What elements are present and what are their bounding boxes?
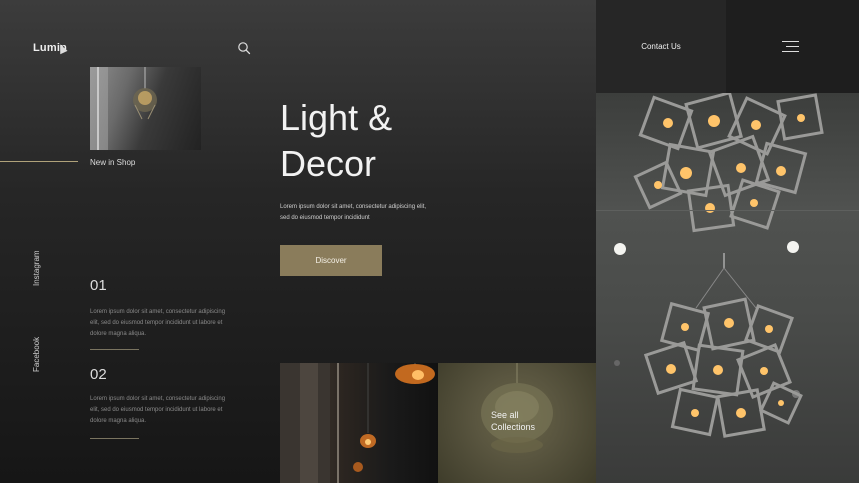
hamburger-menu-icon[interactable] bbox=[782, 41, 799, 53]
hero-description: Lorem ipsum dolor sit amet, consectetur … bbox=[280, 204, 427, 221]
collections-label: Collections bbox=[491, 422, 536, 432]
search-icon[interactable] bbox=[237, 41, 251, 55]
pendant-lights-illustration bbox=[280, 363, 435, 483]
feature-text: Lorem ipsum dolor sit amet, consectetur … bbox=[90, 309, 226, 337]
feature-divider bbox=[90, 438, 139, 439]
feature-number: 02 bbox=[90, 366, 107, 383]
landing-page: Lumin New in Shop Instagram Facebook 01 … bbox=[0, 0, 859, 483]
see-all-collections-label[interactable]: See all Collections bbox=[491, 409, 571, 433]
discover-button[interactable]: Discover bbox=[280, 245, 382, 276]
contact-us-button[interactable]: Contact Us bbox=[596, 0, 726, 93]
see-all-label: See all bbox=[491, 410, 519, 420]
ceiling-edge bbox=[596, 210, 859, 211]
shop-divider-line bbox=[0, 161, 78, 162]
instagram-link[interactable]: Instagram bbox=[32, 250, 41, 286]
new-in-shop-link[interactable]: New in Shop bbox=[90, 158, 135, 167]
geometric-chandelier-photo bbox=[596, 93, 859, 483]
chandelier-thumb-illustration bbox=[90, 67, 157, 150]
interior-photo-tile[interactable] bbox=[280, 363, 438, 483]
hero-title-line1: Light & bbox=[280, 97, 393, 138]
feature-text: Lorem ipsum dolor sit amet, consectetur … bbox=[90, 396, 226, 424]
feature-divider bbox=[90, 349, 139, 350]
hero-title: Light & Decor bbox=[280, 95, 392, 187]
chandelier-illustration bbox=[614, 93, 824, 438]
feature-number: 01 bbox=[90, 277, 107, 294]
hero-title-line2: Decor bbox=[280, 143, 377, 184]
facebook-link[interactable]: Facebook bbox=[32, 337, 41, 372]
new-in-shop-image[interactable] bbox=[90, 67, 201, 150]
